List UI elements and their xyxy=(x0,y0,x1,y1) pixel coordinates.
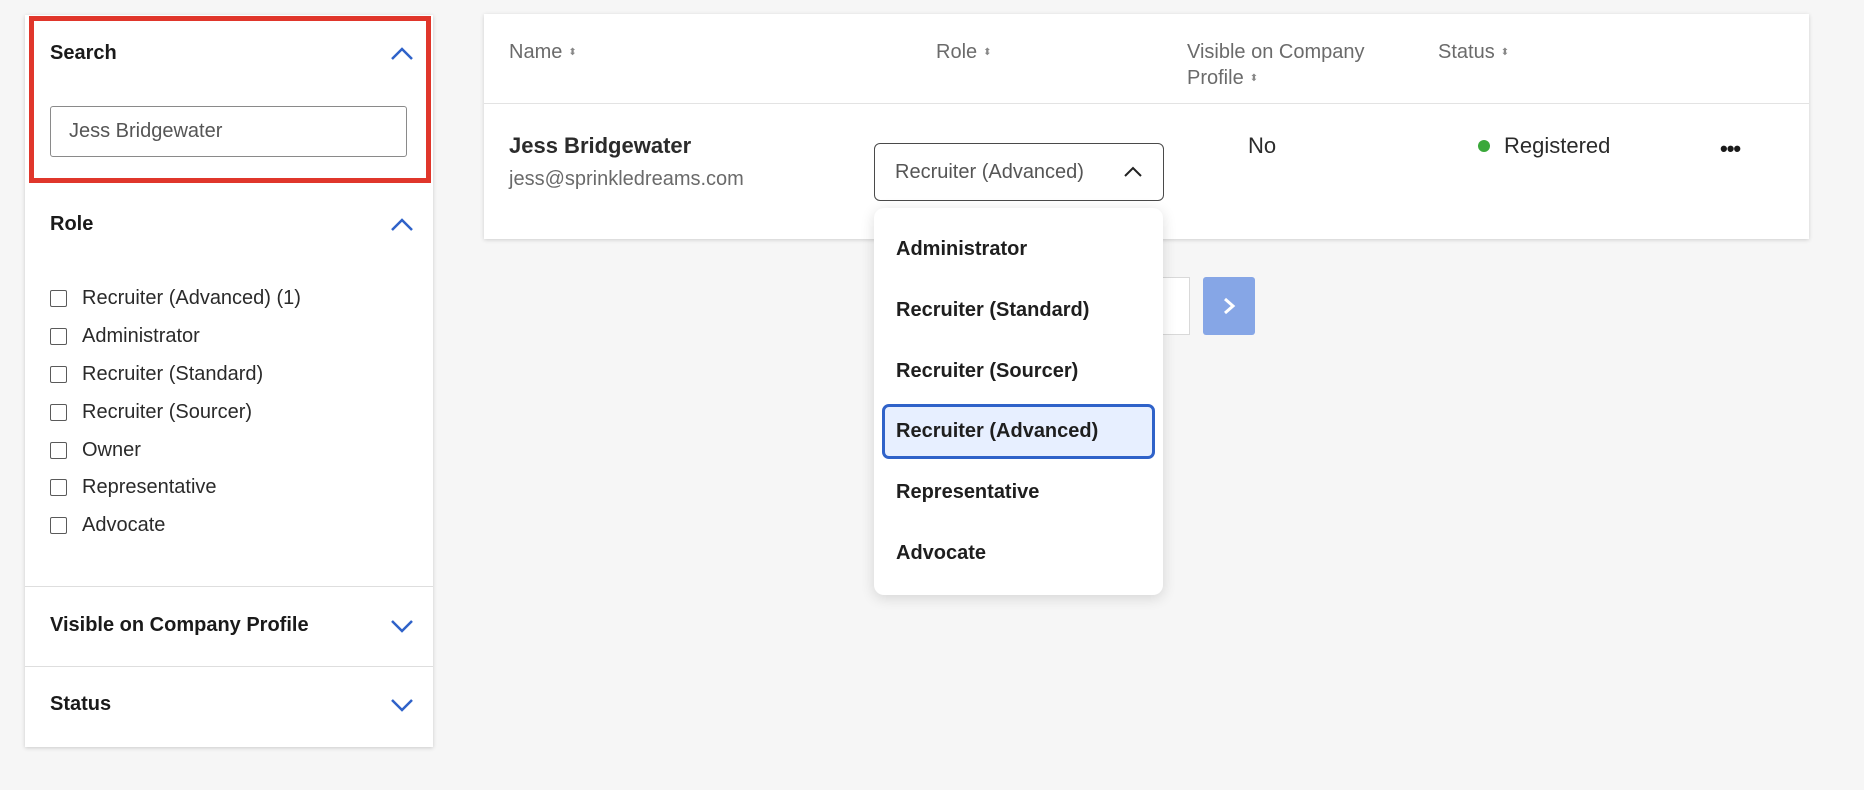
chevron-down-icon[interactable] xyxy=(389,695,415,715)
user-email: jess@sprinkledreams.com xyxy=(509,168,744,190)
chevron-up-icon[interactable] xyxy=(389,215,415,235)
checkbox-label: Administrator xyxy=(82,325,200,348)
more-options-icon[interactable]: ••• xyxy=(1720,136,1741,162)
checkbox-label: Representative xyxy=(82,476,217,499)
checkbox[interactable] xyxy=(50,365,67,383)
dropdown-option-recruiter-sourcer[interactable]: Recruiter (Sourcer) xyxy=(882,344,1155,399)
role-filter-option[interactable]: Advocate xyxy=(50,507,301,545)
users-table xyxy=(484,14,1809,239)
role-section-header[interactable]: Role xyxy=(50,213,415,236)
search-input[interactable]: Jess Bridgewater xyxy=(50,106,407,157)
section-divider xyxy=(25,666,433,667)
role-filter-option[interactable]: Recruiter (Standard) xyxy=(50,356,301,394)
checkbox[interactable] xyxy=(50,441,67,459)
search-section-header[interactable]: Search xyxy=(50,42,415,65)
chevron-down-icon[interactable] xyxy=(389,616,415,636)
role-filter-option[interactable]: Representative xyxy=(50,469,301,507)
chevron-right-icon xyxy=(1224,297,1236,315)
checkbox-label: Recruiter (Sourcer) xyxy=(82,400,253,423)
column-header-visible[interactable]: Visible on Company Profile ⬍ xyxy=(1187,39,1365,92)
dropdown-option-representative[interactable]: Representative xyxy=(882,465,1155,520)
status-section-header[interactable]: Status xyxy=(50,693,415,716)
section-divider xyxy=(25,586,433,587)
status-dot-icon xyxy=(1478,140,1490,152)
role-filter-option[interactable]: Owner xyxy=(50,431,301,469)
sort-icon[interactable]: ⬍ xyxy=(1501,47,1509,58)
checkbox-label: Recruiter (Advanced) (1) xyxy=(82,287,301,310)
checkbox[interactable] xyxy=(50,479,67,497)
dropdown-option-recruiter-standard[interactable]: Recruiter (Standard) xyxy=(882,283,1155,338)
header-divider xyxy=(484,103,1809,104)
column-header-status[interactable]: Status ⬍ xyxy=(1438,39,1509,66)
chevron-up-icon[interactable] xyxy=(389,44,415,64)
role-dropdown-menu: Administrator Recruiter (Standard) Recru… xyxy=(874,208,1163,595)
checkbox[interactable] xyxy=(50,328,67,346)
dropdown-option-administrator[interactable]: Administrator xyxy=(882,222,1155,277)
role-filter-option[interactable]: Recruiter (Sourcer) xyxy=(50,393,301,431)
role-filter-list: Recruiter (Advanced) (1) Administrator R… xyxy=(50,280,301,545)
checkbox-label: Advocate xyxy=(82,514,166,537)
search-section-title: Search xyxy=(50,42,117,64)
column-header-name[interactable]: Name ⬍ xyxy=(509,39,577,66)
checkbox[interactable] xyxy=(50,290,67,308)
visible-value: No xyxy=(1248,133,1277,158)
sort-icon[interactable]: ⬍ xyxy=(568,47,576,58)
dropdown-option-recruiter-advanced[interactable]: Recruiter (Advanced) xyxy=(882,404,1155,459)
role-select[interactable]: Recruiter (Advanced) xyxy=(874,143,1164,201)
dropdown-option-advocate[interactable]: Advocate xyxy=(882,526,1155,581)
status-cell: Registered xyxy=(1478,133,1610,159)
visible-section-title: Visible on Company Profile xyxy=(50,614,309,636)
checkbox-label: Owner xyxy=(82,438,141,461)
role-select-value: Recruiter (Advanced) xyxy=(895,160,1084,183)
user-name: Jess Bridgewater xyxy=(509,133,692,158)
checkbox-label: Recruiter (Standard) xyxy=(82,362,264,385)
sort-icon[interactable]: ⬍ xyxy=(1250,73,1258,84)
chevron-up-icon xyxy=(1124,166,1142,177)
column-header-role[interactable]: Role ⬍ xyxy=(936,39,992,66)
status-text: Registered xyxy=(1504,133,1611,158)
checkbox[interactable] xyxy=(50,403,67,421)
role-filter-option[interactable]: Administrator xyxy=(50,318,301,356)
role-filter-option[interactable]: Recruiter (Advanced) (1) xyxy=(50,280,301,318)
status-section-title: Status xyxy=(50,693,112,715)
role-section-title: Role xyxy=(50,213,94,235)
checkbox[interactable] xyxy=(50,517,67,535)
visible-section-header[interactable]: Visible on Company Profile xyxy=(50,614,415,637)
next-page-button[interactable] xyxy=(1203,277,1255,335)
sort-icon[interactable]: ⬍ xyxy=(983,47,991,58)
